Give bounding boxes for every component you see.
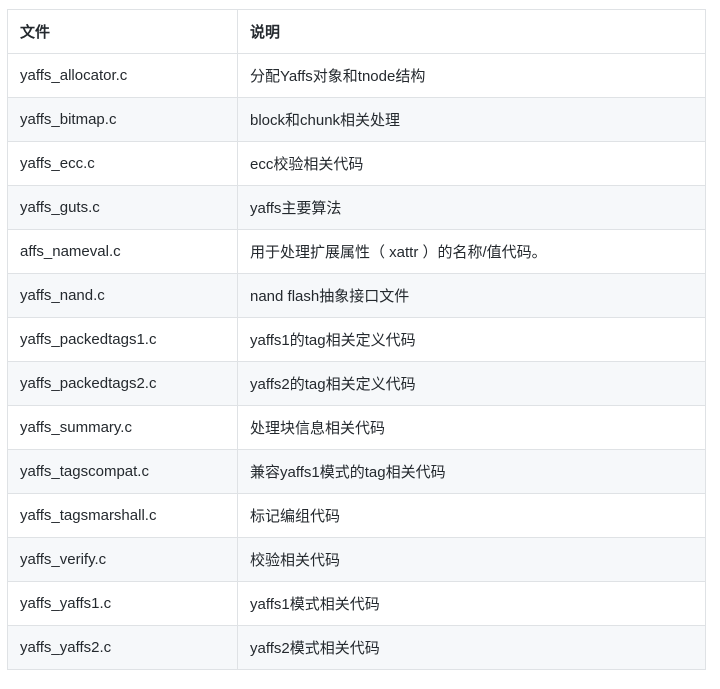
description-cell: yaffs1的tag相关定义代码	[237, 317, 706, 362]
description-cell: 标记编组代码	[237, 493, 706, 538]
table-row: yaffs_nand.c nand flash抽象接口文件	[7, 273, 706, 318]
file-name-cell: yaffs_tagsmarshall.c	[7, 493, 238, 538]
table-row: yaffs_tagscompat.c 兼容yaffs1模式的tag相关代码	[7, 449, 706, 494]
file-name-cell: yaffs_verify.c	[7, 537, 238, 582]
table-row: yaffs_allocator.c 分配Yaffs对象和tnode结构	[7, 53, 706, 98]
table-row: yaffs_tagsmarshall.c 标记编组代码	[7, 493, 706, 538]
description-cell: nand flash抽象接口文件	[237, 273, 706, 318]
table-row: affs_nameval.c 用于处理扩展属性（ xattr ）的名称/值代码。	[7, 229, 706, 274]
table-row: yaffs_yaffs2.c yaffs2模式相关代码	[7, 625, 706, 670]
description-cell: yaffs1模式相关代码	[237, 581, 706, 626]
description-cell: yaffs2的tag相关定义代码	[237, 361, 706, 406]
table-row: yaffs_packedtags1.c yaffs1的tag相关定义代码	[7, 317, 706, 362]
description-cell: yaffs主要算法	[237, 185, 706, 230]
description-cell: 校验相关代码	[237, 537, 706, 582]
file-name-cell: yaffs_bitmap.c	[7, 97, 238, 142]
header-description: 说明	[237, 9, 706, 54]
table-row: yaffs_ecc.c ecc校验相关代码	[7, 141, 706, 186]
file-name-cell: affs_nameval.c	[7, 229, 238, 274]
table-row: yaffs_yaffs1.c yaffs1模式相关代码	[7, 581, 706, 626]
file-name-cell: yaffs_summary.c	[7, 405, 238, 450]
description-cell: 兼容yaffs1模式的tag相关代码	[237, 449, 706, 494]
description-cell: ecc校验相关代码	[237, 141, 706, 186]
file-name-cell: yaffs_tagscompat.c	[7, 449, 238, 494]
table-header-row: 文件 说明	[7, 9, 706, 54]
file-name-cell: yaffs_allocator.c	[7, 53, 238, 98]
table-row: yaffs_summary.c 处理块信息相关代码	[7, 405, 706, 450]
description-cell: 用于处理扩展属性（ xattr ）的名称/值代码。	[237, 229, 706, 274]
table-row: yaffs_guts.c yaffs主要算法	[7, 185, 706, 230]
header-file: 文件	[7, 9, 238, 54]
table-row: yaffs_bitmap.c block和chunk相关处理	[7, 97, 706, 142]
description-cell: 分配Yaffs对象和tnode结构	[237, 53, 706, 98]
table-row: yaffs_verify.c 校验相关代码	[7, 537, 706, 582]
file-name-cell: yaffs_yaffs2.c	[7, 625, 238, 670]
file-name-cell: yaffs_ecc.c	[7, 141, 238, 186]
description-cell: yaffs2模式相关代码	[237, 625, 706, 670]
description-cell: block和chunk相关处理	[237, 97, 706, 142]
file-description-table: 文件 说明 yaffs_allocator.c 分配Yaffs对象和tnode结构…	[7, 9, 706, 670]
table-row: yaffs_packedtags2.c yaffs2的tag相关定义代码	[7, 361, 706, 406]
description-cell: 处理块信息相关代码	[237, 405, 706, 450]
file-name-cell: yaffs_nand.c	[7, 273, 238, 318]
file-name-cell: yaffs_yaffs1.c	[7, 581, 238, 626]
file-name-cell: yaffs_guts.c	[7, 185, 238, 230]
file-name-cell: yaffs_packedtags1.c	[7, 317, 238, 362]
file-name-cell: yaffs_packedtags2.c	[7, 361, 238, 406]
